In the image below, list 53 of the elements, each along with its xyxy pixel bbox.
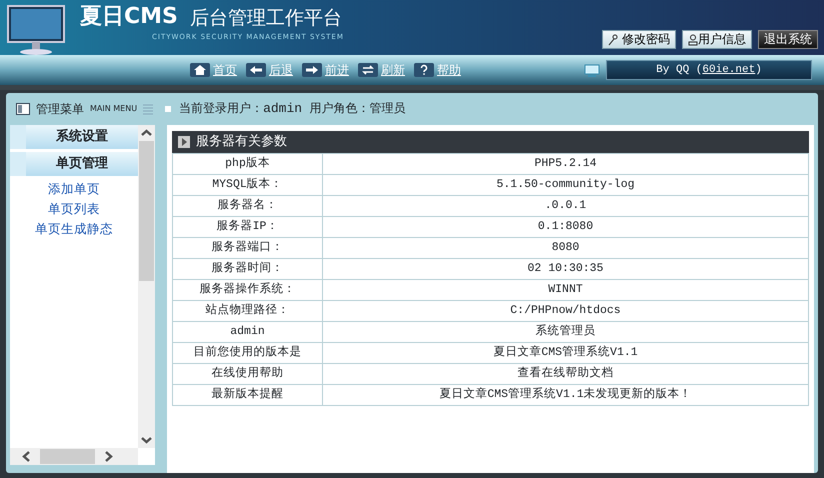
- menu-title: 管理菜单: [36, 101, 84, 118]
- menu-panel-icon: [16, 103, 30, 115]
- label-cell: 服务器端口：: [172, 238, 322, 258]
- key-icon: [608, 34, 618, 46]
- monitor-icon: [6, 4, 68, 56]
- credit-link[interactable]: 60ie.net: [702, 62, 756, 78]
- label-cell: admin: [172, 322, 322, 342]
- value-cell: C:/PHPnow/htdocs: [322, 300, 808, 322]
- home-icon[interactable]: [190, 63, 210, 77]
- label-cell: 最新版本提醒: [172, 384, 322, 406]
- bullet-icon: [165, 106, 172, 112]
- value-cell: 查看在线帮助文档: [322, 364, 808, 384]
- change-password-button[interactable]: 修改密码: [602, 30, 676, 49]
- panel-title: 服务器有关参数: [196, 133, 287, 152]
- horizontal-scrollbar[interactable]: [10, 448, 138, 465]
- vertical-scrollbar[interactable]: [138, 125, 155, 448]
- menu-section[interactable]: 系统设置: [10, 125, 138, 149]
- value-cell: 8080: [322, 238, 808, 258]
- menu-link[interactable]: 单页生成静态: [10, 219, 138, 239]
- menu-subtitle: MAIN MENU: [90, 103, 138, 115]
- logout-button[interactable]: 退出系统: [758, 30, 818, 49]
- label-cell: 服务器时间：: [172, 258, 322, 280]
- label-cell: 服务器IP：: [172, 216, 322, 238]
- value-cell: PHP5.2.14: [322, 154, 808, 174]
- refresh-icon[interactable]: [358, 63, 378, 77]
- label-cell: php版本: [172, 154, 322, 174]
- label-cell: 站点物理路径：: [172, 300, 322, 322]
- value-cell: 0.1:8080: [322, 216, 808, 238]
- menu-link[interactable]: 添加单页: [10, 179, 138, 199]
- user-info-button[interactable]: 用户信息: [682, 30, 752, 49]
- user-icon: [688, 34, 698, 46]
- monitor-icon: [584, 64, 600, 76]
- value-cell: 系统管理员: [322, 322, 808, 342]
- label-cell: 服务器名：: [172, 196, 322, 216]
- logo-subtitle: 后台管理工作平台: [190, 9, 342, 28]
- value-cell: 02 10:30:35: [322, 258, 808, 280]
- value-cell: WINNT: [322, 280, 808, 300]
- label-cell: 目前您使用的版本是: [172, 342, 322, 364]
- login-info: 当前登录用户：admin 用户角色：管理员: [179, 100, 406, 118]
- menu-link[interactable]: 单页列表: [10, 199, 138, 219]
- value-cell: 夏日文章CMS管理系统V1.1未发现更新的版本！: [322, 384, 808, 406]
- play-icon: [178, 136, 190, 148]
- help-icon[interactable]: [414, 63, 434, 77]
- credit-text: By QQ (60ie.net): [606, 60, 812, 80]
- label-cell: MYSQL版本：: [172, 174, 322, 196]
- list-icon: [143, 103, 154, 115]
- value-cell: .0.0.1: [322, 196, 808, 216]
- value-cell: 5.1.50-community-log: [322, 174, 808, 196]
- menu-section[interactable]: 单页管理: [10, 152, 138, 176]
- label-cell: 在线使用帮助: [172, 364, 322, 384]
- logo-title: 夏日CMS: [80, 6, 178, 28]
- value-cell: 夏日文章CMS管理系统V1.1: [322, 342, 808, 364]
- label-cell: 服务器操作系统：: [172, 280, 322, 300]
